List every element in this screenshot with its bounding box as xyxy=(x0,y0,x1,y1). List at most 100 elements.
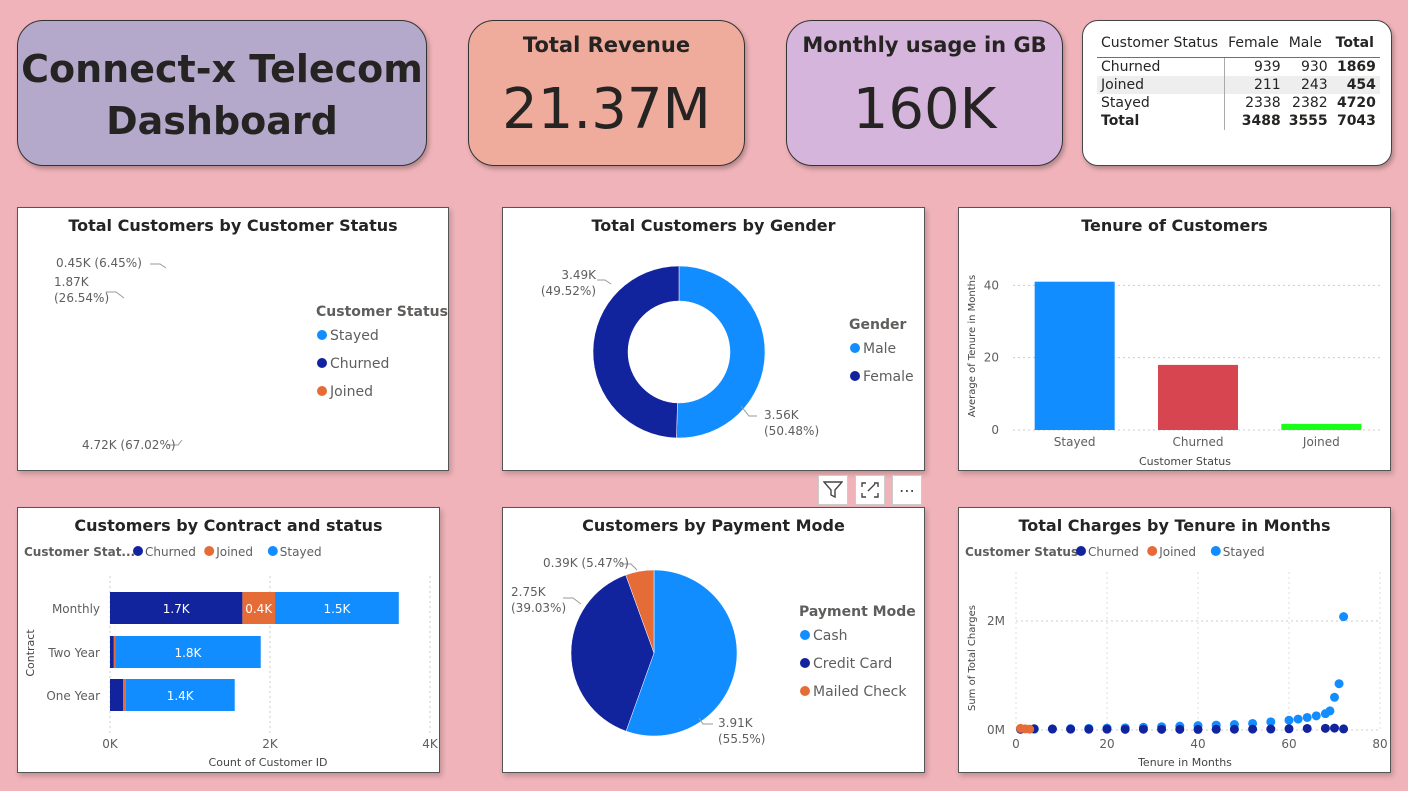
legend-item: Stayed xyxy=(280,545,322,559)
matrix-cell: 939 xyxy=(1223,57,1285,76)
legend-item: Churned xyxy=(1088,545,1139,559)
scatter-point xyxy=(1175,724,1185,734)
dashboard-title-card: Connect-x Telecom Dashboard xyxy=(17,20,427,166)
filter-icon xyxy=(823,481,843,499)
scatter-point xyxy=(1293,714,1303,724)
gender-donut-panel[interactable]: Total Customers by Gender 3.56K (50.48%) 3… xyxy=(502,207,925,471)
status-pie-chart: 0.45K (6.45%) 1.87K (26.54%) 4.72K (67.02%)… xyxy=(54,256,448,452)
legend-item: Joined xyxy=(1158,545,1196,559)
legend-title: Gender xyxy=(849,317,906,333)
scatter-point xyxy=(1066,724,1076,734)
focus-mode-button[interactable] xyxy=(855,475,885,505)
scatter-point xyxy=(1302,712,1312,722)
matrix-cell: 2382 xyxy=(1292,95,1328,111)
label-leader xyxy=(597,279,612,285)
matrix-row: Stayed 2338 2382 4720 xyxy=(1097,94,1380,112)
scatter-point xyxy=(1302,723,1312,733)
legend-marker xyxy=(850,371,860,381)
x-axis-label: Tenure in Months xyxy=(1137,756,1232,769)
tenure-bar-panel[interactable]: Tenure of Customers 0 20 40 Stayed Churned Jo… xyxy=(958,207,1391,471)
data-label: 1.8K xyxy=(174,646,202,660)
matrix-cell: 7043 xyxy=(1336,113,1376,129)
charges-scatter-chart: Customer Status Churned Joined Stayed 0M 2M 0 2… xyxy=(965,545,1388,769)
data-label: (50.48%) xyxy=(764,424,819,438)
monthly-usage-card[interactable]: Monthly usage in GB 160K xyxy=(786,20,1063,166)
more-options-button[interactable]: ⋯ xyxy=(892,475,922,505)
bar xyxy=(1281,423,1362,430)
matrix-header[interactable]: Customer Status xyxy=(1097,33,1225,58)
matrix-header[interactable]: Total xyxy=(1331,33,1380,58)
x-tick-label: Joined xyxy=(1302,435,1340,449)
scatter-point xyxy=(1339,612,1349,622)
matrix-row: Joined 211 243 454 xyxy=(1097,76,1380,94)
data-label: 0.45K (6.45%) xyxy=(56,256,142,270)
legend-marker xyxy=(267,546,278,556)
data-label: 2.75K xyxy=(511,585,547,599)
x-axis-label: Count of Customer ID xyxy=(209,756,328,769)
legend-item: Mailed Check xyxy=(813,684,907,700)
payment-pie-chart: 0.39K (5.47%) 2.75K (39.03%) 3.91K (55.5%) Pa… xyxy=(511,556,916,746)
legend-marker xyxy=(800,686,810,696)
y-tick-label: 2M xyxy=(987,614,1005,628)
legend-marker xyxy=(800,658,810,668)
matrix-row-label: Stayed xyxy=(1101,95,1150,111)
y-tick-label: 0M xyxy=(987,723,1005,737)
scatter-point xyxy=(1025,724,1035,734)
scatter-point xyxy=(1229,724,1239,734)
scatter-point xyxy=(1330,723,1339,733)
status-pie-panel[interactable]: Total Customers by Customer Status 0.45K… xyxy=(17,207,449,471)
scatter-point xyxy=(1084,724,1094,734)
legend-item: Joined xyxy=(215,545,253,559)
x-tick-label: 2K xyxy=(262,737,279,751)
x-tick-label: 0K xyxy=(102,737,119,751)
scatter-point xyxy=(1284,724,1294,734)
pie-slice xyxy=(676,265,766,439)
scatter-point xyxy=(1311,711,1321,721)
gender-donut-chart: 3.56K (50.48%) 3.49K (49.52%) Gender Male Fema… xyxy=(541,265,914,439)
matrix-total-row: Total 3488 3555 7043 xyxy=(1097,112,1380,130)
legend-marker xyxy=(1210,546,1221,556)
kpi-value: 21.37M xyxy=(502,77,711,142)
charges-scatter-panel[interactable]: Total Charges by Tenure in Months Custom… xyxy=(958,507,1391,773)
data-label: 3.91K xyxy=(718,716,754,730)
matrix-header[interactable]: Female xyxy=(1224,33,1285,58)
matrix-cell: 4720 xyxy=(1336,95,1376,111)
scatter-point xyxy=(1047,724,1057,734)
matrix-cell: 454 xyxy=(1331,76,1380,94)
contract-bar-panel[interactable]: Customers by Contract and status Custome… xyxy=(17,507,440,773)
scatter-point xyxy=(1120,724,1130,734)
matrix-header[interactable]: Male xyxy=(1284,33,1332,58)
data-label: 1.87K xyxy=(54,275,90,289)
legend-marker xyxy=(204,546,215,556)
legend-item: Female xyxy=(863,369,914,385)
legend-item: Joined xyxy=(329,384,373,400)
matrix-row-label: Total xyxy=(1101,113,1140,129)
legend-marker xyxy=(317,358,327,368)
x-tick-label: 0 xyxy=(1012,737,1020,751)
kpi-title: Total Revenue xyxy=(522,33,691,57)
y-axis-label: Contract xyxy=(24,629,37,677)
scatter-point xyxy=(1157,724,1167,734)
data-label: 1.7K xyxy=(163,602,191,616)
payment-pie-panel[interactable]: Customers by Payment Mode 0.39K (5.47%) 2… xyxy=(502,507,925,773)
legend-title: Customer Stat... xyxy=(24,545,135,559)
legend-marker xyxy=(850,343,860,353)
data-label: (26.54%) xyxy=(54,291,109,305)
x-tick-label: 20 xyxy=(1099,737,1114,751)
total-revenue-card[interactable]: Total Revenue 21.37M xyxy=(468,20,745,166)
y-tick-label: 0 xyxy=(991,423,999,437)
scatter-point xyxy=(1138,724,1148,734)
status-gender-matrix[interactable]: Customer Status Female Male Total Churne… xyxy=(1082,20,1392,166)
legend-marker xyxy=(1076,546,1086,556)
matrix-table: Customer Status Female Male Total Churne… xyxy=(1097,33,1380,130)
filter-button[interactable] xyxy=(818,475,848,505)
bar xyxy=(1034,281,1115,430)
scatter-point xyxy=(1211,724,1221,734)
contract-bar-chart: Customer Stat... Churned Joined Stayed 0K 2K 4… xyxy=(24,545,439,769)
data-label: 0.4K xyxy=(245,602,273,616)
data-label: 3.49K xyxy=(561,268,597,282)
data-label: (55.5%) xyxy=(718,732,765,746)
legend-item: Cash xyxy=(813,628,848,644)
legend-item: Stayed xyxy=(330,328,379,344)
x-tick-label: 40 xyxy=(1190,737,1205,751)
